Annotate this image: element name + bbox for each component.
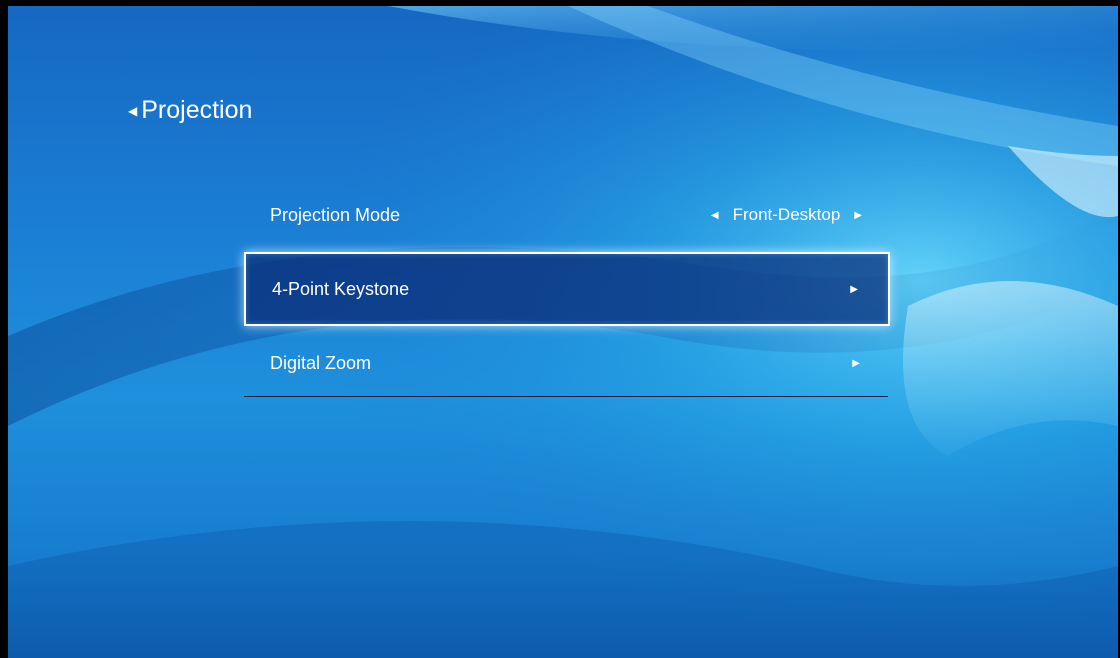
menu-item-label: Projection Mode (270, 204, 401, 225)
menu-item-4-point-keystone[interactable]: 4-Point Keystone ▶ (244, 252, 890, 326)
chevron-left-icon: ◀ (128, 103, 138, 118)
chevron-right-icon: ▶ (850, 283, 858, 295)
menu-item-digital-zoom[interactable]: Digital Zoom ▶ (244, 326, 890, 400)
chevron-right-icon: ▶ (852, 357, 860, 369)
menu-divider (244, 396, 888, 397)
chevron-right-icon[interactable]: ▶ (854, 210, 862, 221)
menu-item-projection-mode[interactable]: Projection Mode ◀ Front-Desktop ▶ (244, 178, 890, 252)
projector-settings-screen: ◀ Projection Projection Mode ◀ Front-Des… (8, 6, 1118, 658)
back-button[interactable]: ◀ Projection (128, 96, 252, 125)
chevron-left-icon[interactable]: ◀ (711, 210, 719, 221)
menu-item-label: Digital Zoom (270, 352, 372, 373)
page-title: Projection (141, 96, 253, 124)
menu-item-label: 4-Point Keystone (272, 278, 410, 299)
projection-mode-selector[interactable]: ◀ Front-Desktop ▶ (711, 205, 862, 225)
projection-mode-value: Front-Desktop (732, 205, 841, 224)
settings-menu: Projection Mode ◀ Front-Desktop ▶ 4-Poin… (244, 178, 890, 400)
